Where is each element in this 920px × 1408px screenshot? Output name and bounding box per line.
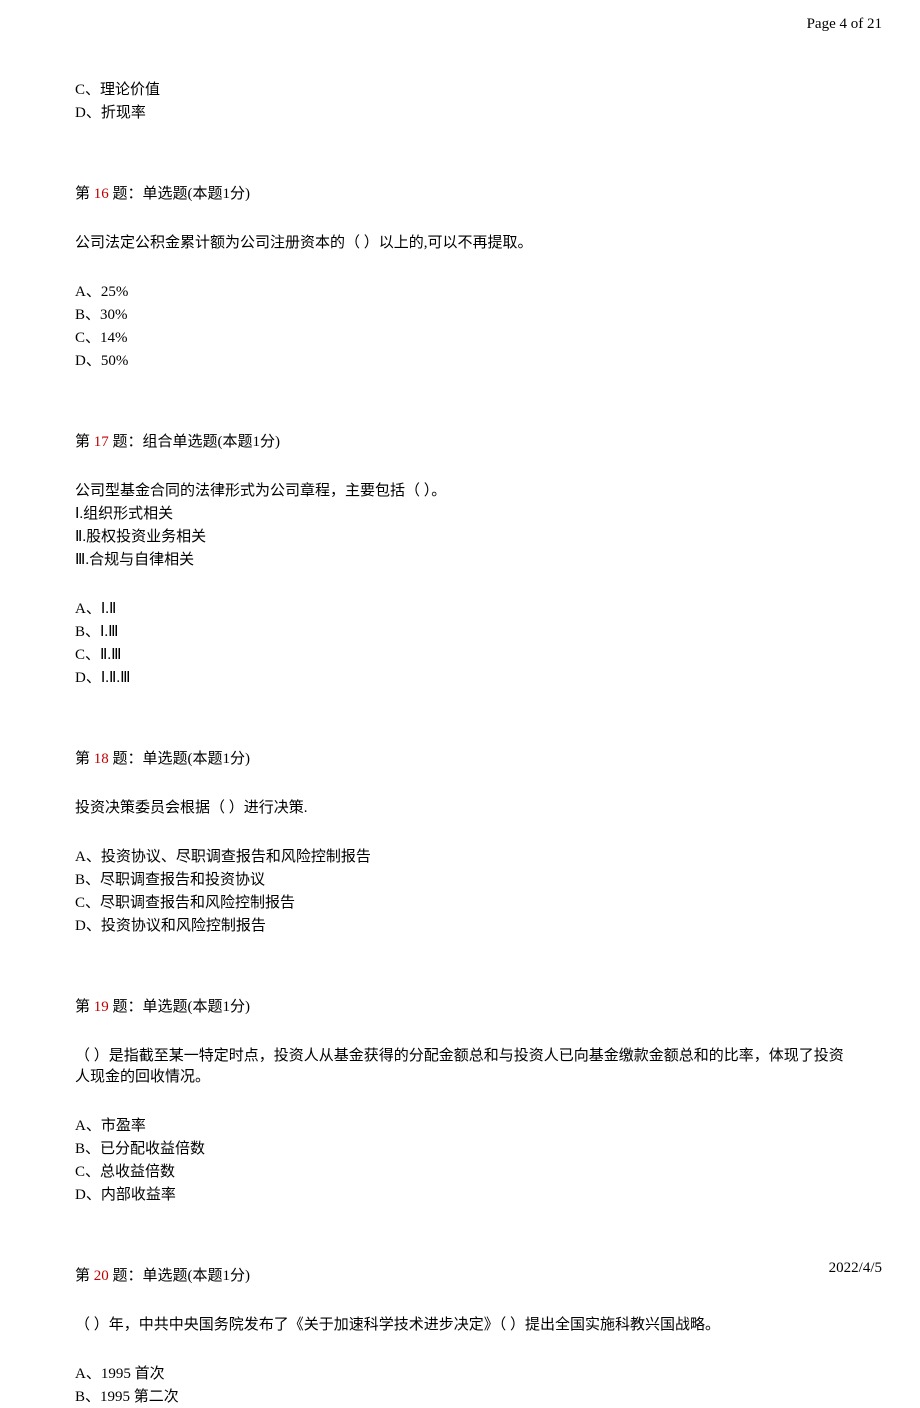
question-16: 第 16 题：单选题(本题1分) 公司法定公积金累计额为公司注册资本的（ ）以上… <box>75 184 845 372</box>
q-prefix: 第 <box>75 186 94 202</box>
question-header: 第 20 题：单选题(本题1分) <box>75 1266 845 1287</box>
options-list: A、投资协议、尽职调查报告和风险控制报告 B、尽职调查报告和投资协议 C、尽职调… <box>75 847 845 937</box>
page-number: Page 4 of 21 <box>807 16 882 32</box>
q-suffix: 题：单选题(本题1分) <box>109 1268 250 1284</box>
option-c: C、尽职调查报告和风险控制报告 <box>75 893 845 914</box>
q-number: 18 <box>94 751 109 767</box>
q-prefix: 第 <box>75 1268 94 1284</box>
options-list: A、Ⅰ.Ⅱ B、Ⅰ.Ⅲ C、Ⅱ.Ⅲ D、Ⅰ.Ⅱ.Ⅲ <box>75 599 845 689</box>
option-b: B、1995 第二次 <box>75 1387 845 1408</box>
q-number: 20 <box>94 1268 109 1284</box>
footer-date: 2022/4/5 <box>829 1260 882 1276</box>
question-20: 第 20 题：单选题(本题1分) （ ）年，中共中央国务院发布了《关于加速科学技… <box>75 1266 845 1408</box>
option-d: D、内部收益率 <box>75 1185 845 1206</box>
stem-text: 投资决策委员会根据（ ）进行决策. <box>75 798 845 819</box>
q-prefix: 第 <box>75 434 94 450</box>
q-prefix: 第 <box>75 999 94 1015</box>
option-a: A、Ⅰ.Ⅱ <box>75 599 845 620</box>
q-suffix: 题：单选题(本题1分) <box>109 186 250 202</box>
option-d: D、投资协议和风险控制报告 <box>75 916 845 937</box>
option-a: A、25% <box>75 282 845 303</box>
question-stem: （ ）年，中共中央国务院发布了《关于加速科学技术进步决定》（ ）提出全国实施科教… <box>75 1315 845 1336</box>
option-b: B、尽职调查报告和投资协议 <box>75 870 845 891</box>
q-number: 16 <box>94 186 109 202</box>
question-stem: 公司型基金合同的法律形式为公司章程，主要包括（ ）。 Ⅰ.组织形式相关 Ⅱ.股权… <box>75 481 845 571</box>
stem-text: （ ）是指截至某一特定时点，投资人从基金获得的分配金额总和与投资人已向基金缴款金… <box>75 1046 845 1088</box>
q-number: 19 <box>94 999 109 1015</box>
q-suffix: 题：组合单选题(本题1分) <box>109 434 280 450</box>
option-a: A、1995 首次 <box>75 1364 845 1385</box>
question-stem: 投资决策委员会根据（ ）进行决策. <box>75 798 845 819</box>
q-number: 17 <box>94 434 109 450</box>
options-list: A、市盈率 B、已分配收益倍数 C、总收益倍数 D、内部收益率 <box>75 1116 845 1206</box>
question-header: 第 17 题：组合单选题(本题1分) <box>75 432 845 453</box>
option-d: D、Ⅰ.Ⅱ.Ⅲ <box>75 668 845 689</box>
stem-text: 公司法定公积金累计额为公司注册资本的（ ）以上的,可以不再提取。 <box>75 233 845 254</box>
option-b: B、Ⅰ.Ⅲ <box>75 622 845 643</box>
q-prefix: 第 <box>75 751 94 767</box>
question-header: 第 19 题：单选题(本题1分) <box>75 997 845 1018</box>
page-content: C、理论价值 D、折现率 第 16 题：单选题(本题1分) 公司法定公积金累计额… <box>0 0 920 1408</box>
option-c: C、理论价值 <box>75 80 845 101</box>
q-suffix: 题：单选题(本题1分) <box>109 999 250 1015</box>
top-orphan-options: C、理论价值 D、折现率 <box>75 80 845 124</box>
q-suffix: 题：单选题(本题1分) <box>109 751 250 767</box>
question-18: 第 18 题：单选题(本题1分) 投资决策委员会根据（ ）进行决策. A、投资协… <box>75 749 845 937</box>
question-header: 第 16 题：单选题(本题1分) <box>75 184 845 205</box>
stem-text: 公司型基金合同的法律形式为公司章程，主要包括（ ）。 <box>75 481 845 502</box>
options-list: A、1995 首次 B、1995 第二次 <box>75 1364 845 1408</box>
stem-text: Ⅰ.组织形式相关 <box>75 504 845 525</box>
page-header: Page 4 of 21 <box>807 14 882 35</box>
stem-text: Ⅲ.合规与自律相关 <box>75 550 845 571</box>
stem-text: Ⅱ.股权投资业务相关 <box>75 527 845 548</box>
option-c: C、14% <box>75 328 845 349</box>
option-b: B、30% <box>75 305 845 326</box>
option-c: C、总收益倍数 <box>75 1162 845 1183</box>
option-d: D、50% <box>75 351 845 372</box>
option-d: D、折现率 <box>75 103 845 124</box>
question-header: 第 18 题：单选题(本题1分) <box>75 749 845 770</box>
question-stem: （ ）是指截至某一特定时点，投资人从基金获得的分配金额总和与投资人已向基金缴款金… <box>75 1046 845 1088</box>
stem-text: （ ）年，中共中央国务院发布了《关于加速科学技术进步决定》（ ）提出全国实施科教… <box>75 1315 845 1336</box>
question-17: 第 17 题：组合单选题(本题1分) 公司型基金合同的法律形式为公司章程，主要包… <box>75 432 845 689</box>
page-footer: 2022/4/5 <box>829 1258 882 1279</box>
option-c: C、Ⅱ.Ⅲ <box>75 645 845 666</box>
option-b: B、已分配收益倍数 <box>75 1139 845 1160</box>
options-list: A、25% B、30% C、14% D、50% <box>75 282 845 372</box>
option-a: A、投资协议、尽职调查报告和风险控制报告 <box>75 847 845 868</box>
question-19: 第 19 题：单选题(本题1分) （ ）是指截至某一特定时点，投资人从基金获得的… <box>75 997 845 1206</box>
question-stem: 公司法定公积金累计额为公司注册资本的（ ）以上的,可以不再提取。 <box>75 233 845 254</box>
option-a: A、市盈率 <box>75 1116 845 1137</box>
